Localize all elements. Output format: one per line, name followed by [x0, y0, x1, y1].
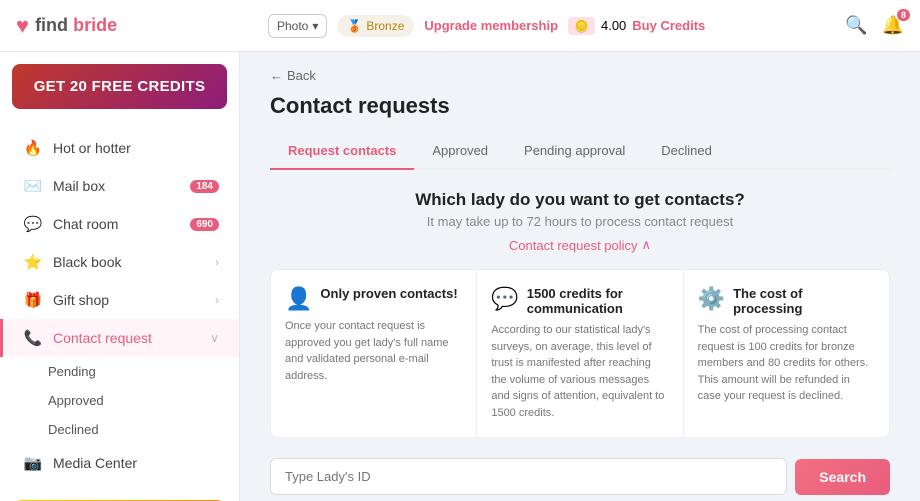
sidebar: GET 20 FREE CREDITS 🔥 Hot or hotter ✉️ M…	[0, 52, 240, 501]
submenu-item-approved[interactable]: Approved	[48, 386, 239, 415]
proven-contacts-text: Once your contact request is approved yo…	[285, 318, 462, 384]
credits-communication-icon: 💬	[491, 286, 518, 312]
mail-icon: ✉️	[23, 177, 43, 195]
logo: ♥ find bride	[16, 13, 256, 39]
info-card-credits-communication: 💬 1500 credits for communication Accordi…	[477, 270, 683, 437]
cost-processing-text: The cost of processing contact request i…	[698, 322, 875, 405]
cta-button[interactable]: GET 20 FREE CREDITS	[12, 64, 227, 109]
search-input[interactable]	[270, 458, 787, 495]
tab-request-contacts[interactable]: Request contacts	[270, 135, 414, 170]
tab-approved[interactable]: Approved	[414, 135, 506, 170]
chevron-up-icon: ∧	[642, 237, 652, 253]
nav-icons: 🔍 🔔 8	[845, 15, 904, 36]
submenu-item-pending[interactable]: Pending	[48, 357, 239, 386]
sidebar-item-gift-shop[interactable]: 🎁 Gift shop ›	[0, 281, 239, 319]
proven-contacts-icon: 👤	[285, 286, 312, 312]
chevron-down-icon: ∨	[210, 331, 219, 345]
photo-button[interactable]: Photo ▾	[268, 14, 327, 38]
tab-pending-approval[interactable]: Pending approval	[506, 135, 643, 170]
page-title: Contact requests	[270, 93, 890, 119]
cost-processing-title: The cost of processing	[733, 286, 875, 316]
info-card-cost-processing: ⚙️ The cost of processing The cost of pr…	[684, 270, 889, 437]
credits-display: 🪙 4.00 Buy Credits	[568, 17, 705, 35]
nav-controls: Photo ▾ 🥉 Bronze Upgrade membership 🪙 4.…	[268, 14, 904, 38]
contact-request-submenu: Pending Approved Declined	[0, 357, 239, 444]
star-icon: ⭐	[23, 253, 43, 271]
mail-badge: 184	[190, 180, 219, 193]
sidebar-item-black-book[interactable]: ⭐ Black book ›	[0, 243, 239, 281]
search-bar: Search	[270, 458, 890, 495]
bronze-icon: 🥉	[347, 19, 362, 33]
membership-badge: 🥉 Bronze	[337, 15, 414, 37]
phone-icon: 📞	[23, 329, 43, 347]
sidebar-item-hot-or-hotter[interactable]: 🔥 Hot or hotter	[0, 129, 239, 167]
logo-text: find bride	[35, 15, 117, 36]
buy-credits-link[interactable]: Buy Credits	[632, 18, 705, 33]
credits-communication-title: 1500 credits for communication	[527, 286, 669, 316]
section-header: Which lady do you want to get contacts? …	[270, 190, 890, 229]
sidebar-item-chat-room[interactable]: 💬 Chat room 690	[0, 205, 239, 243]
main-content: ← Back Contact requests Request contacts…	[240, 52, 920, 501]
main-layout: GET 20 FREE CREDITS 🔥 Hot or hotter ✉️ M…	[0, 52, 920, 501]
search-button[interactable]: 🔍	[845, 15, 867, 36]
section-title: Which lady do you want to get contacts?	[270, 190, 890, 210]
chevron-down-icon: ▾	[312, 19, 318, 33]
arrow-left-icon: ←	[270, 68, 283, 83]
notification-badge: 8	[897, 9, 910, 21]
top-nav: ♥ find bride Photo ▾ 🥉 Bronze Upgrade me…	[0, 0, 920, 52]
tab-declined[interactable]: Declined	[643, 135, 730, 170]
chat-icon: 💬	[23, 215, 43, 233]
sidebar-nav: 🔥 Hot or hotter ✉️ Mail box 184 💬 Chat r…	[0, 121, 239, 490]
policy-toggle[interactable]: Contact request policy ∧	[270, 237, 890, 253]
sidebar-item-contact-request[interactable]: 📞 Contact request ∨	[0, 319, 239, 357]
content-wrapper: ← Back Contact requests Request contacts…	[240, 52, 920, 501]
credits-communication-text: According to our statistical lady's surv…	[491, 322, 668, 421]
logo-heart-icon: ♥	[16, 13, 29, 39]
sidebar-item-mail-box[interactable]: ✉️ Mail box 184	[0, 167, 239, 205]
info-cards: 👤 Only proven contacts! Once your contac…	[270, 269, 890, 438]
tab-bar: Request contacts Approved Pending approv…	[270, 135, 890, 170]
chevron-right-icon: ›	[215, 255, 219, 269]
credits-icon: 🪙	[568, 17, 595, 35]
proven-contacts-title: Only proven contacts!	[320, 286, 457, 301]
hot-icon: 🔥	[23, 139, 43, 157]
gift-icon: 🎁	[23, 291, 43, 309]
notifications-button[interactable]: 🔔 8	[882, 15, 904, 36]
search-button[interactable]: Search	[795, 459, 890, 495]
info-card-proven-contacts: 👤 Only proven contacts! Once your contac…	[271, 270, 477, 437]
upgrade-link[interactable]: Upgrade membership	[424, 18, 558, 33]
section-subtitle: It may take up to 72 hours to process co…	[270, 214, 890, 229]
chat-badge: 690	[190, 218, 219, 231]
submenu-item-declined[interactable]: Declined	[48, 415, 239, 444]
camera-icon: 📷	[23, 454, 43, 472]
back-link[interactable]: ← Back	[270, 68, 890, 83]
sidebar-item-media-center[interactable]: 📷 Media Center	[0, 444, 239, 482]
cost-processing-icon: ⚙️	[698, 286, 725, 312]
chevron-right-icon: ›	[215, 293, 219, 307]
